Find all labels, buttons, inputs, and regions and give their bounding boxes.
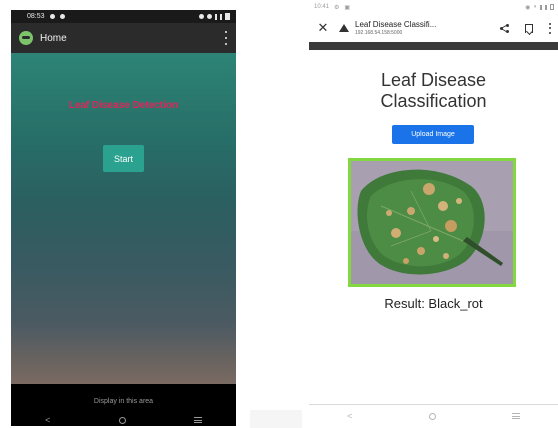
heading-line-1: Leaf Disease (380, 70, 487, 90)
left-phone-screen: 08:53 Home Leaf Disease Detection Start … (11, 10, 236, 426)
system-nav-bar: < (309, 407, 558, 425)
recents-icon[interactable] (511, 413, 520, 419)
home-icon[interactable] (118, 416, 126, 424)
heading-line-2: Classification (380, 90, 487, 111)
background-patch (250, 410, 302, 428)
home-icon[interactable] (428, 412, 436, 420)
signal-icon (215, 13, 217, 20)
leaf-image (348, 158, 516, 287)
upload-image-button[interactable]: Upload Image (392, 125, 474, 144)
battery-icon (550, 4, 554, 10)
back-icon[interactable]: < (45, 415, 50, 425)
display-area-text: Display in this area (93, 398, 154, 405)
close-icon[interactable]: ✕ (315, 20, 331, 36)
app-content: Leaf Disease Detection Start (11, 53, 236, 384)
gallery-icon: ▣ (344, 4, 351, 11)
signal-icon (540, 4, 542, 10)
address-bar[interactable]: Leaf Disease Classifi... 192.168.54.158:… (355, 19, 437, 36)
wifi-icon (207, 14, 212, 19)
right-phone-screen: 10:41 ⚙ ▣ ◉ ◗ ✕ Leaf Disease Classifi...… (309, 0, 558, 428)
nav-divider (309, 404, 558, 405)
browser-url: 192.168.54.158:5000 (355, 29, 403, 36)
status-time: 10:41 (314, 4, 330, 10)
message-icon (59, 14, 65, 19)
toolbar-divider (309, 42, 558, 50)
page-heading: Leaf Disease Classification (309, 70, 558, 111)
android-logo-icon (19, 31, 33, 45)
location-icon: ◉ (525, 4, 531, 11)
leaf-photo-illustration (351, 161, 513, 284)
settings-icon: ⚙ (334, 4, 340, 11)
app-bar: Home (11, 23, 236, 53)
result-text: Result: Black_rot (384, 296, 483, 311)
signal-icon-2 (545, 4, 547, 10)
location-icon (199, 14, 204, 19)
overflow-menu-icon[interactable] (224, 31, 228, 45)
wifi-icon: ◗ (533, 4, 537, 10)
share-icon[interactable] (500, 23, 509, 33)
signal-icon-2 (220, 13, 222, 20)
system-nav-bar: < (11, 414, 236, 426)
status-time: 08:53 (27, 13, 45, 20)
overflow-menu-icon[interactable] (549, 22, 552, 34)
battery-icon (225, 13, 230, 20)
start-button[interactable]: Start (103, 145, 144, 172)
notification-icon (49, 14, 55, 19)
browser-page-title: Leaf Disease Classifi... (355, 19, 437, 29)
bookmark-icon[interactable] (525, 23, 533, 33)
warning-icon[interactable] (339, 24, 349, 32)
app-title: Home (40, 32, 67, 44)
recents-icon[interactable] (193, 417, 202, 423)
browser-toolbar: ✕ Leaf Disease Classifi... 192.168.54.15… (309, 14, 558, 42)
back-icon[interactable]: < (347, 411, 352, 421)
bottom-area: Display in this area < (11, 384, 236, 426)
status-bar: 10:41 ⚙ ▣ ◉ ◗ (309, 0, 558, 14)
page-title: Leaf Disease Detection (68, 100, 179, 111)
status-bar: 08:53 (11, 10, 236, 23)
